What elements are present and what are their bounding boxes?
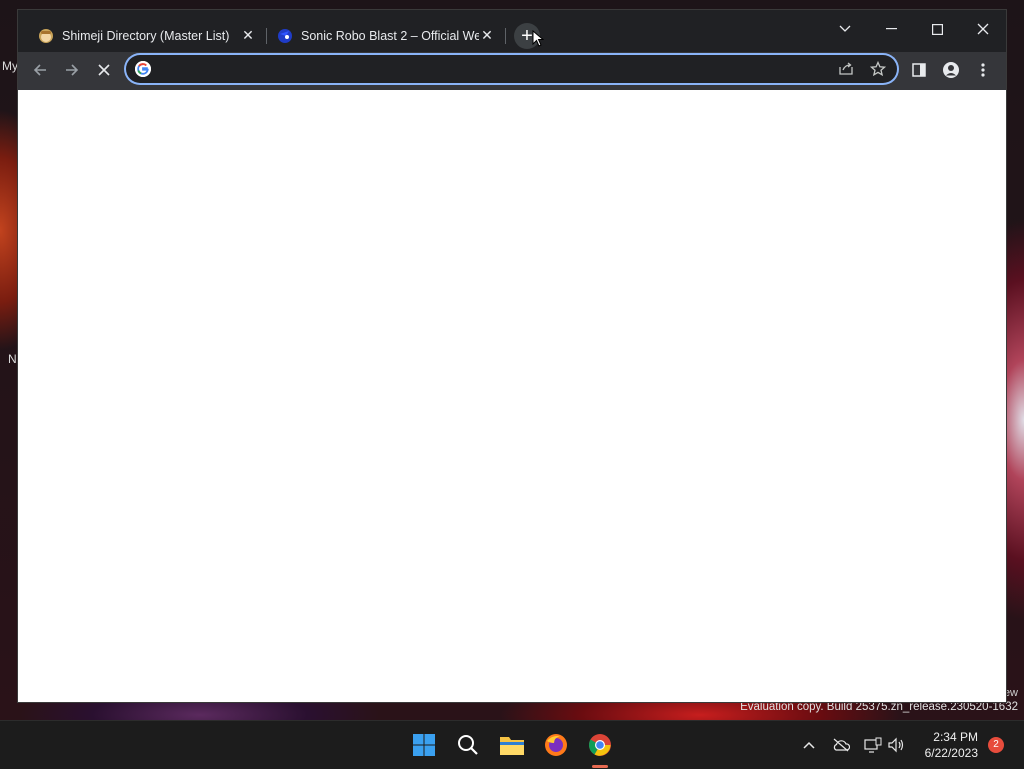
onedrive-offline-icon[interactable] <box>831 735 851 755</box>
bookmark-star-icon[interactable] <box>868 59 888 79</box>
close-tab-icon[interactable]: ✕ <box>240 27 256 44</box>
close-tab-icon[interactable]: ✕ <box>479 27 495 44</box>
shimeji-favicon-icon <box>38 28 54 44</box>
page-content-area <box>18 90 1006 702</box>
profile-icon[interactable] <box>937 56 965 84</box>
address-bar[interactable] <box>126 55 897 83</box>
windows-start-icon[interactable] <box>408 729 440 761</box>
tab-shimeji-directory[interactable]: Shimeji Directory (Master List) ✕ <box>18 19 264 52</box>
browser-window: Shimeji Directory (Master List) ✕ Sonic … <box>18 10 1006 702</box>
address-input[interactable] <box>158 59 822 81</box>
forward-button[interactable] <box>58 56 86 84</box>
desktop-icon-label[interactable]: My <box>2 59 18 73</box>
taskbar-clock[interactable]: 2:34 PM 6/22/2023 <box>910 729 978 761</box>
desktop-icon-label[interactable]: N <box>8 352 17 366</box>
clock-date: 6/22/2023 <box>924 746 978 760</box>
side-panel-icon[interactable] <box>905 56 933 84</box>
chrome-icon[interactable] <box>584 729 616 761</box>
tab-title: Shimeji Directory (Master List) <box>62 28 230 43</box>
watermark-text: Evaluation copy. Build 25375.zn_release.… <box>740 701 1018 713</box>
notification-badge[interactable]: 2 <box>988 737 1004 753</box>
taskbar: 2:34 PM 6/22/2023 2 <box>0 720 1024 769</box>
stop-loading-button[interactable] <box>90 56 118 84</box>
browser-toolbar <box>18 52 1006 90</box>
watermark-text: ew <box>1003 687 1018 699</box>
tab-strip: Shimeji Directory (Master List) ✕ Sonic … <box>18 10 1006 52</box>
tab-search-dropdown-icon[interactable] <box>822 14 868 44</box>
file-explorer-icon[interactable] <box>496 729 528 761</box>
volume-icon[interactable] <box>886 735 906 755</box>
share-icon[interactable] <box>836 59 856 79</box>
clock-time: 2:34 PM <box>933 730 978 744</box>
close-window-button[interactable] <box>960 14 1006 44</box>
network-icon[interactable] <box>863 735 883 755</box>
maximize-button[interactable] <box>914 14 960 44</box>
firefox-icon[interactable] <box>540 729 572 761</box>
minimize-button[interactable] <box>868 14 914 44</box>
search-icon[interactable] <box>452 729 484 761</box>
sonic-favicon-icon <box>277 28 293 44</box>
back-button[interactable] <box>26 56 54 84</box>
menu-kebab-icon[interactable] <box>969 56 997 84</box>
google-icon <box>135 61 151 77</box>
mouse-cursor-icon <box>532 30 544 47</box>
show-hidden-icons-chevron-icon[interactable] <box>799 735 819 755</box>
tab-sonic-robo-blast[interactable]: Sonic Robo Blast 2 – Official Web ✕ <box>257 19 503 52</box>
tab-separator <box>505 28 506 44</box>
tab-title: Sonic Robo Blast 2 – Official Web <box>301 28 479 43</box>
